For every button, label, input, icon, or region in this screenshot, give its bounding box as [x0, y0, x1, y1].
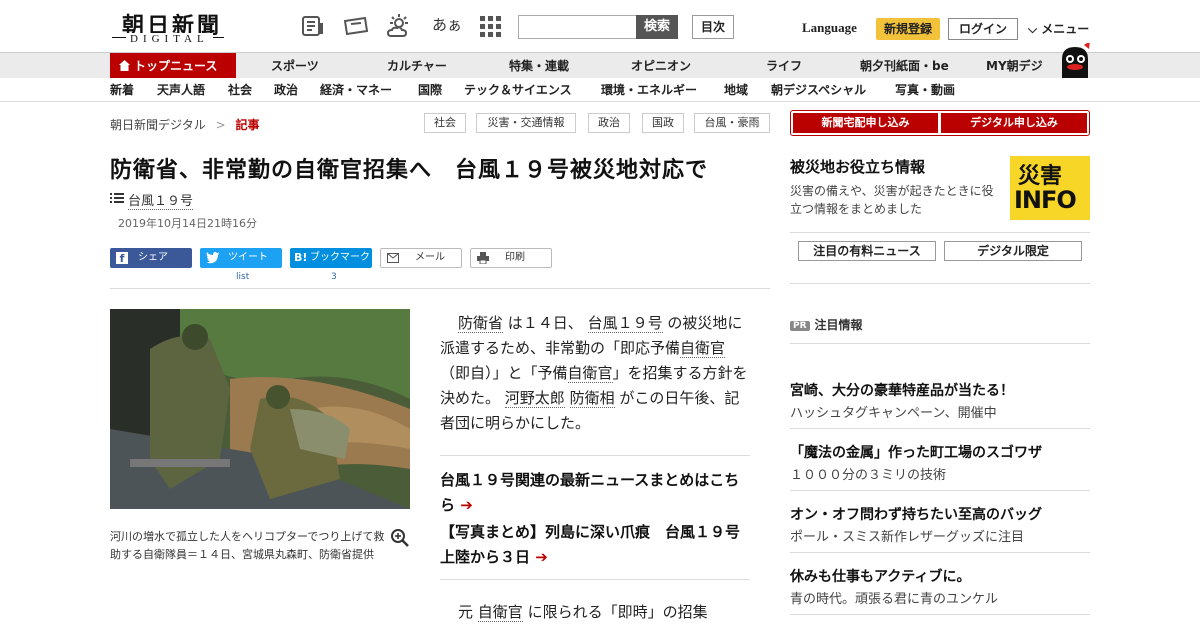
toc-button[interactable]: 目次 [692, 15, 734, 39]
mascot-icon [1062, 43, 1090, 81]
article-body-paragraph-2: 元 自衛官 に限られる「即時」の招集 [458, 603, 708, 622]
tag-politics[interactable]: 政治 [588, 113, 630, 133]
hatena-bookmark-button[interactable]: B! ブックマーク [290, 248, 372, 268]
ticket-icon[interactable] [343, 14, 369, 38]
nav-opinion[interactable]: オピニオン [631, 53, 691, 79]
nav2-photo-video[interactable]: 写真・動画 [895, 78, 955, 102]
site-logo[interactable]: 朝日新聞 DIGITAL [112, 8, 224, 46]
keyword-link[interactable]: 河野太郎 [504, 389, 565, 408]
keyword-link[interactable]: 防衛相 [569, 389, 615, 408]
twitter-count[interactable]: list [236, 272, 249, 282]
menu-label: メニュー [1041, 22, 1090, 36]
weather-icon[interactable] [386, 14, 412, 38]
breadcrumb-home[interactable]: 朝日新聞デジタル [110, 118, 206, 132]
hatena-count[interactable]: 3 [331, 272, 337, 282]
keyword-link[interactable]: 台風１９号 [587, 314, 663, 333]
nav2-tenseijingo[interactable]: 天声人語 [157, 78, 205, 102]
newspaper-subscribe-button[interactable]: 新聞宅配申し込み [793, 113, 938, 133]
pr-item-title[interactable]: オン・オフ問わず持ちたい至高のバッグ [790, 504, 1042, 524]
nav2-politics[interactable]: 政治 [274, 78, 298, 102]
mail-share-button[interactable]: メール [380, 248, 462, 268]
nav-features[interactable]: 特集・連載 [509, 53, 569, 79]
nav2-special[interactable]: 朝デジスペシャル [771, 78, 866, 102]
printer-icon [477, 252, 489, 264]
article-photo[interactable] [110, 309, 410, 509]
list-icon [110, 193, 124, 203]
pr-item-title[interactable]: 休みも仕事もアクティブに。 [790, 566, 970, 586]
language-link[interactable]: Language [802, 20, 857, 36]
print-button[interactable]: 印刷 [470, 248, 552, 268]
home-icon [119, 60, 130, 71]
article-title: 防衛省、非常勤の自衛官招集へ 台風１９号被災地対応で [110, 158, 709, 183]
search-input[interactable] [518, 15, 638, 39]
related-link[interactable]: 【写真まとめ】列島に深い爪痕 台風１９号上陸から３日 ➔ [440, 520, 750, 570]
breadcrumb-current: 記事 [235, 118, 260, 132]
login-button[interactable]: ログイン [948, 18, 1018, 40]
arrow-right-icon: ➔ [460, 496, 473, 514]
zoom-in-icon[interactable] [390, 528, 410, 548]
nav-my-asahi[interactable]: MY朝デジ [986, 53, 1043, 79]
pr-item-title[interactable]: 「魔法の金属」作った町工場のスゴワザ [790, 442, 1042, 462]
tag-typhoon[interactable]: 台風・豪雨 [694, 113, 770, 133]
nav-top-news[interactable]: トップニュース [110, 53, 236, 79]
facebook-share-button[interactable]: f シェア [110, 248, 192, 268]
related-link[interactable]: 台風１９号関連の最新ニュースまとめはこちら ➔ [440, 468, 750, 518]
grid-menu-icon[interactable] [478, 14, 504, 38]
site-header: 朝日新聞 DIGITAL あぁ 検索 目次 Language 新規登録 ログイン… [0, 0, 1200, 52]
pr-item-sub: 青の時代。頑張る君に青のユンケル [790, 592, 999, 607]
hatena-icon: B! [294, 251, 308, 264]
pr-item-sub: １０００分の３ミリの技術 [790, 468, 947, 483]
pr-section-title: PR 注目情報 [790, 316, 863, 333]
disaster-info-title[interactable]: 被災地お役立ち情報 [790, 156, 925, 177]
nav2-society[interactable]: 社会 [228, 78, 252, 102]
logo-subtext: DIGITAL [126, 33, 213, 45]
pr-item-sub: ポール・スミス新作レザーグッズに注目 [790, 530, 1025, 545]
keyword-link[interactable]: 自衛官 [477, 603, 523, 622]
search-button[interactable]: 検索 [636, 15, 678, 39]
nav-sports[interactable]: スポーツ [271, 53, 319, 79]
nav2-latest[interactable]: 新着 [110, 78, 134, 102]
nav2-environment[interactable]: 環境・エネルギー [601, 78, 697, 102]
tab-premium-news[interactable]: 注目の有料ニュース [798, 241, 936, 261]
pr-item-title[interactable]: 宮崎、大分の豪華特産品が当たる！ [790, 380, 1014, 400]
facebook-icon: f [116, 252, 128, 265]
helicopter-rescue-photo [110, 309, 410, 509]
font-size-icon[interactable]: あぁ [432, 14, 462, 35]
article-body-paragraph-1: 防衛省 は１４日、 台風１９号 の被災地に派遣するため、非常勤の「即応予備自衛官… [440, 314, 748, 432]
digital-subscribe-button[interactable]: デジタル申し込み [941, 113, 1087, 133]
nav-life[interactable]: ライフ [766, 53, 802, 79]
register-button[interactable]: 新規登録 [876, 18, 940, 40]
secondary-nav: 新着 天声人語 社会 政治 経済・マネー 国際 テック＆サイエンス 環境・エネル… [0, 78, 1200, 102]
keyword-link[interactable]: 自衛官 [567, 364, 613, 383]
tab-digital-only[interactable]: デジタル限定 [944, 241, 1082, 261]
article-date: 2019年10月14日21時16分 [118, 217, 257, 230]
topic-link[interactable]: 台風１９号 [128, 190, 194, 210]
twitter-share-button[interactable]: ツイート [200, 248, 282, 268]
twitter-icon [206, 252, 220, 264]
tag-society[interactable]: 社会 [424, 113, 466, 133]
tag-disaster[interactable]: 災害・交通情報 [476, 113, 576, 133]
keyword-link[interactable]: 防衛省 [458, 314, 504, 333]
nav2-tech-science[interactable]: テック＆サイエンス [464, 78, 572, 102]
arrow-right-icon: ➔ [535, 548, 548, 566]
chevron-down-icon: ⌵ [1028, 22, 1038, 36]
photo-caption: 河川の増水で孤立した人をヘリコプターでつり上げて救助する自衛隊員＝１４日、宮城県… [110, 530, 385, 561]
newspaper-icon[interactable] [300, 14, 326, 38]
nav2-economy[interactable]: 経済・マネー [320, 78, 392, 102]
nav2-region[interactable]: 地域 [724, 78, 748, 102]
breadcrumb: 朝日新聞デジタル > 記事 [110, 118, 260, 132]
nav-newspaper[interactable]: 朝夕刊紙面・be [860, 53, 949, 79]
tag-national-politics[interactable]: 国政 [642, 113, 684, 133]
disaster-info-desc: 災害の備えや、災害が起きたときに役立つ情報をまとめました [790, 184, 994, 216]
keyword-link[interactable]: 自衛官 [680, 339, 726, 358]
mail-icon [387, 253, 399, 263]
nav2-world[interactable]: 国際 [418, 78, 442, 102]
disaster-info-badge[interactable]: 災害 INFO [1010, 156, 1090, 220]
primary-nav: トップニュース スポーツ カルチャー 特集・連載 オピニオン ライフ 朝夕刊紙面… [0, 43, 1200, 81]
menu-button[interactable]: ⌵ メニュー [1028, 20, 1089, 37]
nav-culture[interactable]: カルチャー [387, 53, 447, 79]
pr-badge: PR [790, 321, 810, 331]
pr-item-sub: ハッシュタグキャンペーン、開催中 [790, 406, 997, 421]
